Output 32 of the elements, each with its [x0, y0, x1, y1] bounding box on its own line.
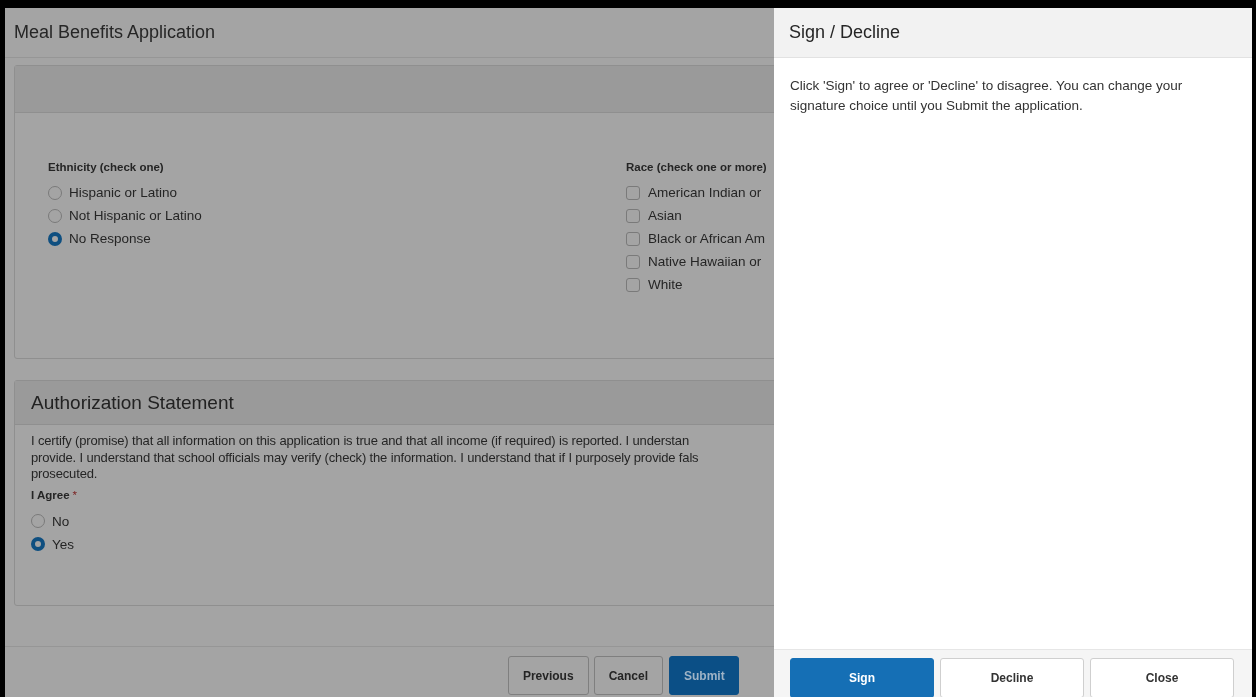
- option-label: Not Hispanic or Latino: [69, 208, 202, 223]
- section-title: Authorization Statement: [31, 391, 234, 414]
- option-label: Asian: [648, 208, 682, 223]
- panel-button[interactable]: Close: [1090, 658, 1234, 697]
- panel-button[interactable]: Sign: [790, 658, 934, 697]
- checkbox[interactable]: [626, 254, 640, 269]
- option-label: Yes: [52, 536, 75, 552]
- panel-button[interactable]: Decline: [940, 658, 1084, 697]
- submit-button[interactable]: Submit: [669, 656, 739, 695]
- checkbox[interactable]: [626, 208, 640, 223]
- footer-button[interactable]: Previous: [507, 656, 589, 695]
- radio-button[interactable]: [31, 537, 45, 551]
- checkbox[interactable]: [626, 277, 640, 292]
- option-label: White: [648, 277, 683, 292]
- checkbox[interactable]: [626, 185, 640, 200]
- field-label: Race (check one or more): [626, 161, 767, 173]
- page-title: Meal Benefits Application: [14, 22, 216, 43]
- footer-button[interactable]: Cancel: [593, 656, 663, 695]
- required-mark: *: [72, 488, 78, 501]
- option-label: Hispanic or Latino: [69, 185, 178, 200]
- radio-button[interactable]: [48, 231, 62, 246]
- option-label: No: [52, 513, 70, 529]
- option-label: Native Hawaiian or: [648, 254, 762, 269]
- statement-text: I certify (promise) that all information on this application is true and that all income (if required) is reported. I understan provide. I understand that school officials may verify (check) the information. I understand that if I purposely provide fals prosecuted.: [31, 433, 700, 483]
- option-label: Black or African Am: [648, 231, 766, 246]
- option-label: American Indian or: [648, 185, 762, 200]
- panel-title: Sign / Decline: [789, 22, 901, 43]
- field-label: Ethnicity (check one): [48, 161, 165, 173]
- panel-message: Click 'Sign' to agree or 'Decline' to disagree. You can change your signature choice until you Submit the application.: [790, 77, 1184, 115]
- checkbox[interactable]: [626, 231, 640, 246]
- option-label: No Response: [69, 231, 151, 246]
- field-label: I Agree: [31, 488, 70, 501]
